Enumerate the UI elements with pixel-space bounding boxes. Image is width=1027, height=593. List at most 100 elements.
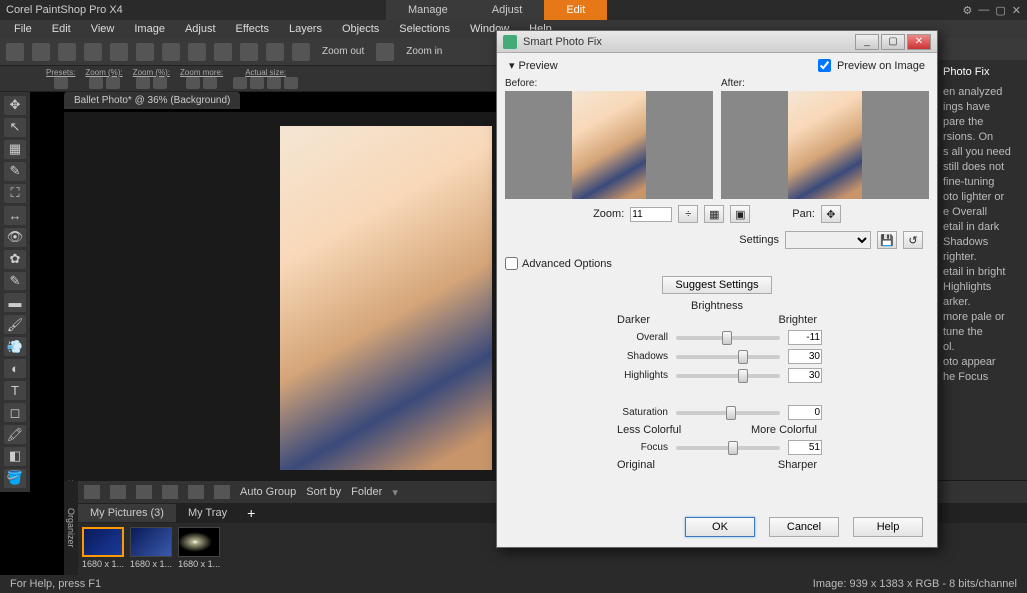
lighten-tool-icon[interactable]: ◐ [4,359,26,378]
actual-pixels-icon[interactable]: ▣ [730,205,750,223]
zoom-out-icon[interactable] [292,43,310,61]
pan-icon[interactable]: ✥ [821,205,841,223]
ok-button[interactable]: OK [685,517,755,537]
settings-icon[interactable]: ⚙ [963,4,973,17]
highlights-value[interactable] [788,368,822,383]
menu-selections[interactable]: Selections [389,21,460,37]
dropper-tool-icon[interactable]: ✎ [4,162,26,181]
auto-group-label[interactable]: Auto Group [240,486,296,498]
saturation-slider[interactable] [676,411,780,415]
zoom-out-label[interactable]: Zoom out [318,46,368,57]
rotate-left-icon[interactable] [188,485,204,499]
zoom-input[interactable] [630,207,672,222]
tab-adjust[interactable]: Adjust [470,0,545,20]
undo-icon[interactable] [162,43,180,61]
tab-edit[interactable]: Edit [544,0,607,20]
actual-a[interactable] [233,77,247,89]
clone-tool-icon[interactable]: ✎ [4,272,26,291]
zoom-in-label[interactable]: Zoom in [402,46,446,57]
copy-icon[interactable] [240,43,258,61]
tab-my-pictures[interactable]: My Pictures (3) [78,504,176,522]
close-icon[interactable]: ✕ [1012,4,1021,17]
thumbnail-3[interactable]: 1680 x 1... [178,527,220,569]
thumbnail-2[interactable]: 1680 x 1... [130,527,172,569]
dialog-minimize-icon[interactable]: _ [855,34,879,50]
zoom-more-b[interactable] [203,77,217,89]
paste-icon[interactable] [266,43,284,61]
zoom-spinner-icon[interactable]: ÷ [678,205,698,223]
actual-d[interactable] [284,77,298,89]
tab-my-tray[interactable]: My Tray [176,504,239,522]
document-tab[interactable]: Ballet Photo* @ 36% (Background) [64,92,240,109]
shadows-value[interactable] [788,349,822,364]
overall-slider[interactable] [676,336,780,340]
zoom-field[interactable] [89,77,103,89]
shadows-slider[interactable] [676,355,780,359]
settings-dropdown[interactable] [785,231,871,249]
menu-view[interactable]: View [81,21,125,37]
redeye-tool-icon[interactable]: 👁 [4,228,26,247]
maximize-icon[interactable]: ▢ [995,4,1005,17]
zoom-more-a[interactable] [186,77,200,89]
open-icon[interactable] [32,43,50,61]
menu-layers[interactable]: Layers [279,21,332,37]
pointer-tool-icon[interactable]: ↖ [4,118,26,137]
preview-on-image-checkbox[interactable]: Preview on Image [818,59,925,72]
tab-manage[interactable]: Manage [386,0,470,20]
text-tool-icon[interactable]: T [4,381,26,400]
suggest-settings-button[interactable]: Suggest Settings [662,276,771,294]
minimize-icon[interactable]: — [978,4,989,17]
scan-icon[interactable] [84,43,102,61]
menu-effects[interactable]: Effects [226,21,279,37]
crop-tool-icon[interactable]: ⛶ [4,184,26,203]
brush-tool-icon[interactable]: 🖌 [4,315,26,334]
add-tray-button[interactable]: + [239,505,263,521]
org-icon-3[interactable] [136,485,152,499]
print-icon[interactable] [136,43,154,61]
highlights-slider[interactable] [676,374,780,378]
makeover-tool-icon[interactable]: ✿ [4,250,26,269]
help-button[interactable]: Help [853,517,923,537]
dialog-maximize-icon[interactable]: ▢ [881,34,905,50]
camera-icon[interactable] [58,43,76,61]
zoom-icon-b[interactable] [153,77,167,89]
image-canvas[interactable] [280,126,492,470]
fit-window-icon[interactable]: ▦ [704,205,724,223]
scratch-tool-icon[interactable]: ▬ [4,293,26,312]
dialog-titlebar[interactable]: Smart Photo Fix _ ▢ ✕ [497,31,937,53]
picture-tube-icon[interactable]: 🖍 [4,425,26,444]
menu-file[interactable]: File [4,21,42,37]
focus-value[interactable] [788,440,822,455]
eraser-tool-icon[interactable]: ◧ [4,447,26,466]
after-preview[interactable] [721,91,929,199]
rotate-right-icon[interactable] [214,485,230,499]
fill-tool-icon[interactable]: 🪣 [4,469,26,488]
cut-icon[interactable] [214,43,232,61]
org-icon-2[interactable] [110,485,126,499]
focus-slider[interactable] [676,446,780,450]
saturation-value[interactable] [788,405,822,420]
org-icon-1[interactable] [84,485,100,499]
folder-dropdown[interactable]: Folder [351,486,382,498]
cancel-button[interactable]: Cancel [769,517,839,537]
zoom-icon-a[interactable] [136,77,150,89]
menu-objects[interactable]: Objects [332,21,389,37]
save-settings-icon[interactable]: 💾 [877,231,897,249]
org-icon-4[interactable] [162,485,178,499]
actual-b[interactable] [250,77,264,89]
shape-tool-icon[interactable]: ◻ [4,403,26,422]
overall-value[interactable] [788,330,822,345]
before-preview[interactable] [505,91,713,199]
advanced-options-checkbox[interactable]: Advanced Options [505,257,929,270]
organizer-side-label[interactable]: Organizer [64,481,78,575]
selection-tool-icon[interactable]: ▦ [4,140,26,159]
preset-dropdown[interactable] [54,77,68,89]
straighten-tool-icon[interactable]: ↔ [4,206,26,225]
new-icon[interactable] [6,43,24,61]
save-icon[interactable] [110,43,128,61]
dialog-close-icon[interactable]: ✕ [907,34,931,50]
zoom-field2[interactable] [106,77,120,89]
menu-adjust[interactable]: Adjust [175,21,226,37]
menu-image[interactable]: Image [124,21,175,37]
pan-tool-icon[interactable]: ✥ [4,96,26,115]
